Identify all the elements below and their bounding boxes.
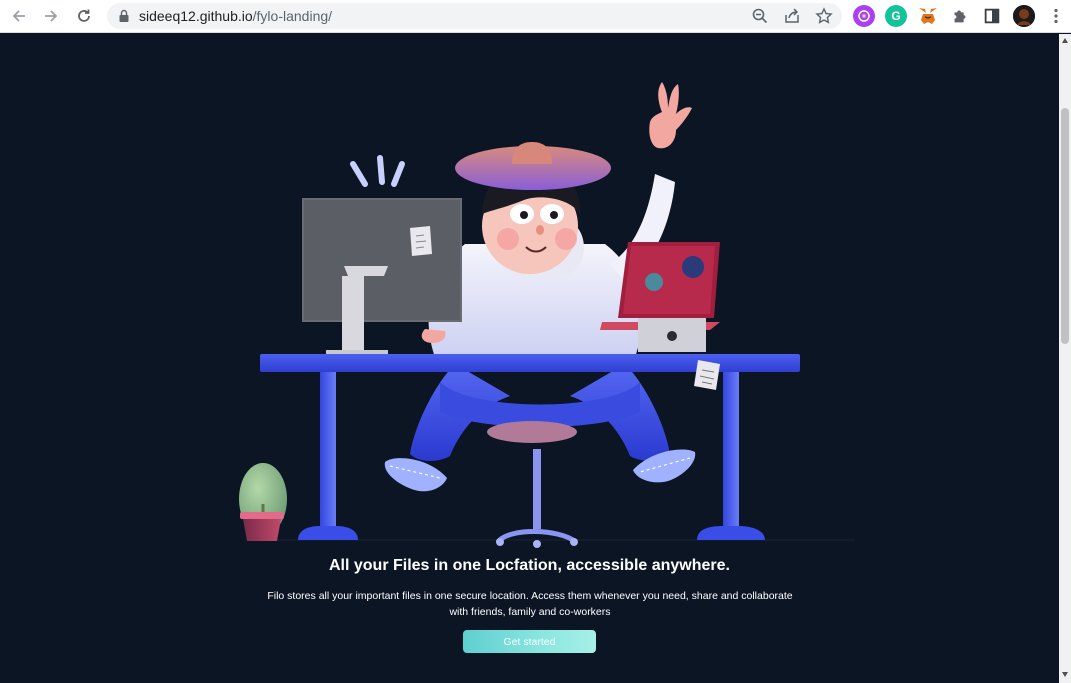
get-started-button[interactable]: Get started — [463, 630, 596, 653]
profile-avatar[interactable] — [1013, 5, 1035, 27]
reload-icon — [78, 9, 90, 22]
puzzle-extensions-icon[interactable] — [949, 5, 971, 27]
url-text: sideeq12.github.io/fylo-landing/ — [139, 8, 332, 24]
zoom-out-icon[interactable] — [751, 7, 769, 25]
color-picker-extension-icon[interactable] — [853, 5, 875, 27]
hero-illustration — [239, 82, 855, 548]
share-icon[interactable] — [783, 7, 801, 25]
arrow-left-icon — [12, 10, 25, 22]
lock-icon — [119, 9, 129, 22]
url-host: sideeq12.github.io — [139, 8, 253, 24]
browser-toolbar: sideeq12.github.io/fylo-landing/ G — [0, 0, 1071, 33]
forward-button[interactable] — [38, 3, 64, 29]
back-button[interactable] — [6, 3, 32, 29]
plant — [239, 463, 287, 541]
kebab-menu-icon[interactable] — [1043, 3, 1069, 29]
scroll-up-arrow-icon[interactable] — [1062, 38, 1068, 43]
chair — [495, 449, 578, 548]
grammarly-letter: G — [891, 9, 901, 23]
desk — [260, 354, 800, 390]
vertical-scrollbar[interactable] — [1059, 34, 1071, 683]
grammarly-icon[interactable]: G — [885, 5, 907, 27]
star-icon[interactable] — [815, 7, 833, 25]
metamask-fox-icon[interactable] — [917, 5, 939, 27]
side-panel-icon[interactable] — [981, 5, 1003, 27]
url-path: /fylo-landing/ — [252, 8, 333, 24]
reload-button[interactable] — [71, 3, 97, 29]
arrow-right-icon — [45, 10, 58, 22]
hero-description: Filo stores all your important files in … — [267, 590, 793, 618]
motion-lines — [350, 155, 405, 187]
scroll-thumb[interactable] — [1061, 108, 1069, 344]
scroll-down-arrow-icon[interactable] — [1062, 672, 1068, 677]
page-viewport: All your Files in one Locfation, accessi… — [0, 34, 1059, 683]
hero-title: All your Files in one Locfation, accessi… — [328, 557, 730, 574]
address-bar[interactable]: sideeq12.github.io/fylo-landing/ — [107, 3, 842, 29]
